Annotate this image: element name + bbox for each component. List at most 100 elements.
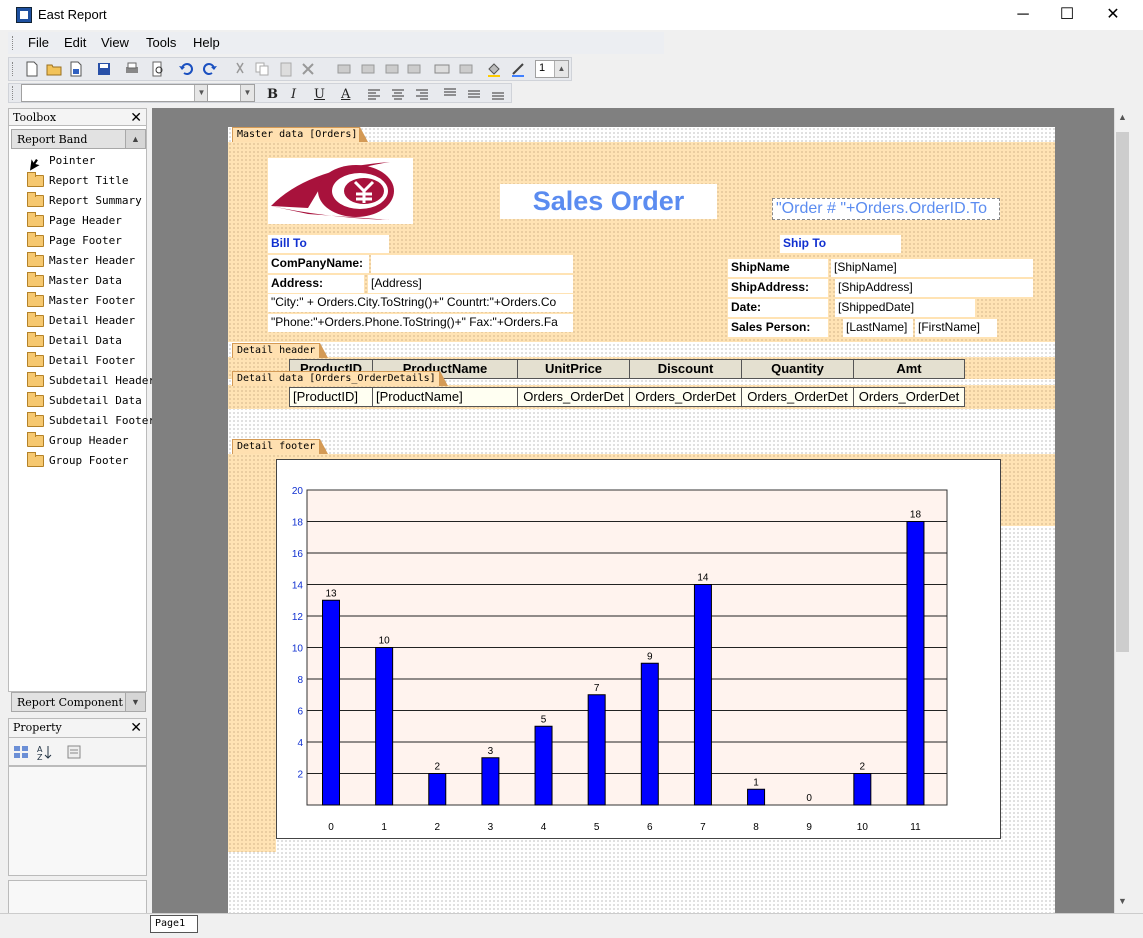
date-label[interactable]: Date: (728, 299, 828, 317)
sales-person-label[interactable]: Sales Person: (728, 319, 828, 337)
first-name-field[interactable]: [FirstName] (915, 319, 997, 337)
tool-item-subdetail-footer[interactable]: Subdetail Footer (19, 412, 155, 430)
tool-item-detail-footer[interactable]: Detail Footer (19, 352, 144, 370)
company-value[interactable] (371, 255, 573, 273)
tool-item-master-header[interactable]: Master Header (19, 252, 144, 270)
report-title[interactable]: Sales Order (500, 184, 717, 219)
delete-icon[interactable] (299, 60, 317, 78)
spinner-arrows-icon[interactable]: ▲ (554, 61, 568, 77)
date-value[interactable]: [ShippedDate] (835, 299, 975, 317)
tool-item-detail-data[interactable]: Detail Data (19, 332, 144, 350)
table-header-quantity[interactable]: Quantity (741, 359, 854, 379)
order-number-field[interactable]: "Order # "+Orders.OrderID.To (772, 198, 1000, 220)
city-expression[interactable]: "City:" + Orders.City.ToString()+" Count… (268, 294, 573, 312)
table-cell[interactable]: [ProductID] (289, 387, 373, 407)
format-grip[interactable] (12, 86, 15, 100)
tool-item-page-header[interactable]: Page Header (19, 212, 144, 230)
save-as-icon[interactable] (67, 60, 85, 78)
tool-item-page-footer[interactable]: Page Footer (19, 232, 144, 250)
redo-icon[interactable] (201, 60, 219, 78)
tool-item-group-footer[interactable]: Group Footer (19, 452, 144, 470)
table-cell[interactable]: [ProductName] (372, 387, 518, 407)
table-header-unitprice[interactable]: UnitPrice (517, 359, 630, 379)
detail-footer-tab[interactable]: Detail footer (232, 439, 328, 454)
tool-item-report-title[interactable]: Report Title (19, 172, 144, 190)
scroll-up-icon[interactable]: ▲ (1118, 112, 1127, 122)
menu-file[interactable]: File (28, 35, 49, 50)
line-color-icon[interactable] (509, 60, 527, 78)
new-file-icon[interactable] (23, 60, 41, 78)
address-value[interactable]: [Address] (368, 275, 573, 293)
property-pages-icon[interactable] (65, 743, 83, 761)
company-label[interactable]: ComPanyName: (268, 255, 369, 273)
sort-alphabetical-icon[interactable]: AZ (35, 743, 53, 761)
close-icon[interactable]: ✕ (130, 719, 142, 736)
report-component-header[interactable]: Report Component ▼ (11, 692, 146, 712)
scroll-down-icon[interactable]: ▼ (1118, 896, 1127, 906)
ship-name-value[interactable]: [ShipName] (831, 259, 1033, 277)
table-cell[interactable]: Orders_OrderDet (629, 387, 742, 407)
font-color-button[interactable]: A (341, 87, 350, 102)
underline-button[interactable]: U (314, 87, 325, 102)
menu-tools[interactable]: Tools (146, 35, 176, 50)
menu-edit[interactable]: Edit (64, 35, 86, 50)
align-center-icon[interactable] (389, 85, 407, 103)
paste-icon[interactable] (277, 60, 295, 78)
align-left-edge-icon[interactable] (335, 60, 353, 78)
chevron-down-icon[interactable]: ▼ (194, 85, 208, 101)
tool-item-detail-header[interactable]: Detail Header (19, 312, 144, 330)
table-cell[interactable]: Orders_OrderDet (741, 387, 854, 407)
company-logo[interactable] (268, 158, 413, 224)
minimize-button[interactable]: ─ (1000, 0, 1046, 30)
chart-component[interactable]: 2 4 6 8 10 12 14 16 18 20 13 0 10 1 2 2 3 3 5 4 7 5 9 6 14 7 1 8 0 9 2… (276, 459, 1001, 839)
copy-icon[interactable] (253, 60, 271, 78)
align-right-edge-icon[interactable] (359, 60, 377, 78)
address-label[interactable]: Address: (268, 275, 364, 293)
align-bottom-edge-icon[interactable] (405, 60, 423, 78)
table-cell[interactable]: Orders_OrderDet (853, 387, 965, 407)
table-header-discount[interactable]: Discount (629, 359, 742, 379)
phone-expression[interactable]: "Phone:"+Orders.Phone.ToString()+" Fax:"… (268, 314, 573, 332)
table-header-amt[interactable]: Amt (853, 359, 965, 379)
align-top-edge-icon[interactable] (383, 60, 401, 78)
master-band-tab[interactable]: Master data [Orders] (232, 127, 368, 142)
report-band-header[interactable]: Report Band ▲ (11, 129, 146, 149)
ship-address-label[interactable]: ShipAddress: (728, 279, 828, 297)
tool-item-group-header[interactable]: Group Header (19, 432, 144, 450)
tool-item-master-footer[interactable]: Master Footer (19, 292, 144, 310)
maximize-button[interactable]: ☐ (1044, 0, 1090, 30)
align-left-icon[interactable] (365, 85, 383, 103)
ship-to-label[interactable]: Ship To (780, 235, 901, 253)
property-grid[interactable] (8, 766, 147, 876)
toolbar-grip[interactable] (12, 62, 15, 76)
categorized-icon[interactable] (12, 743, 30, 761)
font-size-select[interactable]: ▼ (207, 84, 255, 102)
align-right-icon[interactable] (413, 85, 431, 103)
open-folder-icon[interactable] (45, 60, 63, 78)
ship-name-label[interactable]: ShipName (728, 259, 828, 277)
italic-button[interactable]: I (291, 87, 296, 102)
detail-header-tab[interactable]: Detail header (232, 343, 328, 358)
tool-item-subdetail-header[interactable]: Subdetail Header (19, 372, 155, 390)
same-height-icon[interactable] (457, 60, 475, 78)
page-tab[interactable]: Page1 (150, 915, 198, 933)
print-icon[interactable] (123, 60, 141, 78)
scrollbar-thumb[interactable] (1116, 132, 1129, 652)
menu-view[interactable]: View (101, 35, 129, 50)
menu-help[interactable]: Help (193, 35, 220, 50)
menu-grip[interactable] (12, 36, 15, 50)
bold-button[interactable]: B (267, 87, 278, 102)
chevron-up-icon[interactable]: ▲ (125, 130, 145, 148)
cut-icon[interactable] (231, 60, 249, 78)
chevron-down-icon[interactable]: ▼ (240, 85, 254, 101)
tool-item-master-data[interactable]: Master Data (19, 272, 144, 290)
valign-middle-icon[interactable] (465, 85, 483, 103)
close-button[interactable]: ✕ (1090, 0, 1136, 30)
print-preview-icon[interactable] (149, 60, 167, 78)
bill-to-label[interactable]: Bill To (268, 235, 389, 253)
undo-icon[interactable] (177, 60, 195, 78)
save-icon[interactable] (95, 60, 113, 78)
table-cell[interactable]: Orders_OrderDet (517, 387, 630, 407)
line-width-spinner[interactable]: 1 ▲ (535, 60, 569, 78)
same-width-icon[interactable] (433, 60, 451, 78)
